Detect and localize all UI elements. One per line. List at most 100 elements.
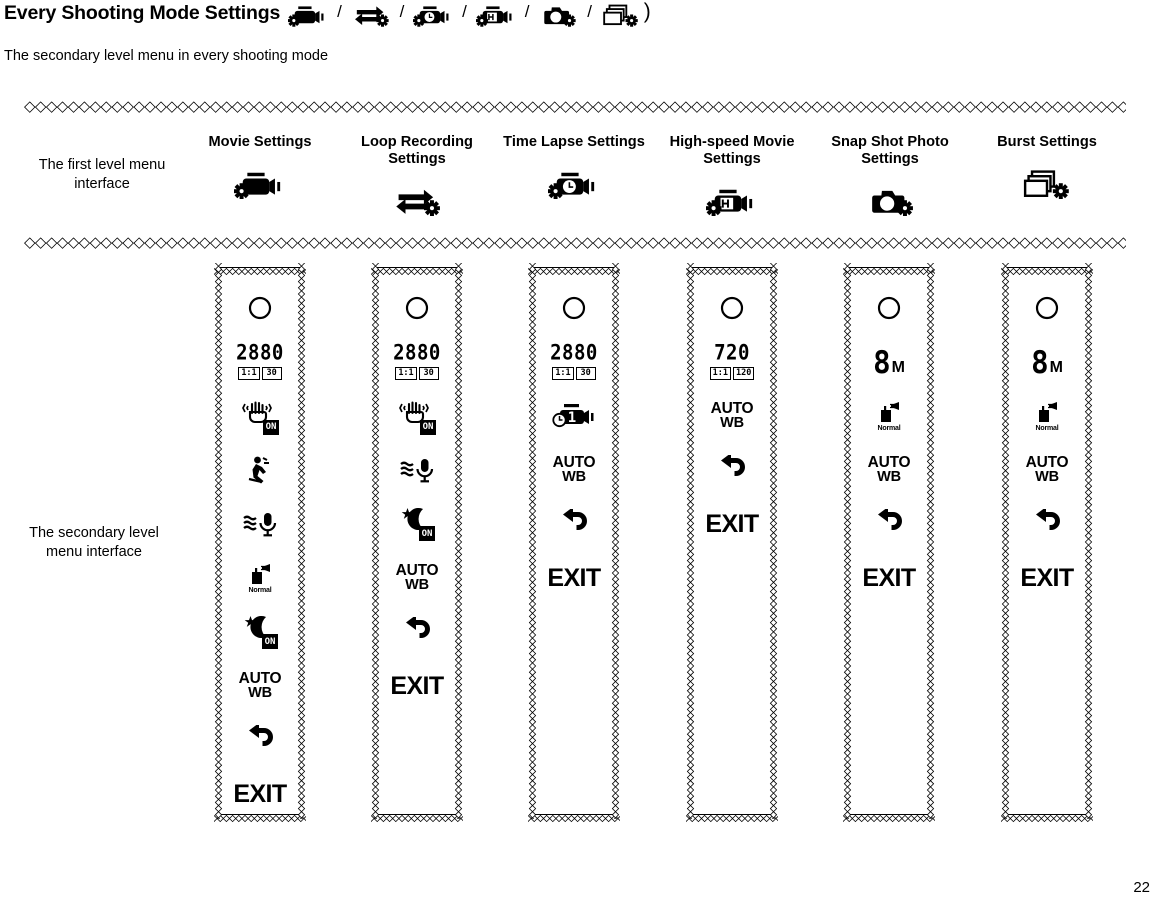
panel-items: 2880 1:1 30 1 AUTO WB EXIT xyxy=(532,267,616,815)
exit-label[interactable]: EXIT xyxy=(375,659,459,713)
exit-label-text: EXIT xyxy=(862,563,916,592)
motion-detection-icon[interactable] xyxy=(218,443,302,497)
title-separator-3: / xyxy=(462,2,467,22)
first-level-column-title: High-speed Movie Settings xyxy=(669,134,795,167)
frame-rate-badge: 30 xyxy=(261,367,282,380)
exit-label[interactable]: EXIT xyxy=(1005,551,1089,605)
exit-label-text: EXIT xyxy=(547,563,601,592)
white-balance-line2: WB xyxy=(405,577,429,593)
back-arrow-icon[interactable] xyxy=(847,497,931,551)
panel-items: 8 M Normal AUTO WB EXIT xyxy=(1005,267,1089,815)
record-circle-icon[interactable] xyxy=(375,281,459,335)
exit-label[interactable]: EXIT xyxy=(218,767,302,821)
back-arrow-icon[interactable] xyxy=(532,497,616,551)
row-label-first-level: The first level menu interface xyxy=(38,157,166,192)
high-speed-movie-settings-icon xyxy=(652,182,812,218)
back-arrow-icon[interactable] xyxy=(218,713,302,767)
title-separator-1: / xyxy=(337,2,342,22)
loop-recording-settings-icon xyxy=(351,2,391,27)
secondary-menu-panel-6[interactable]: 8 M Normal AUTO WB EXIT xyxy=(997,259,1098,825)
white-balance-auto-icon[interactable]: AUTO WB xyxy=(218,659,302,713)
record-circle-icon[interactable] xyxy=(1005,281,1089,335)
secondary-menu-panel-3[interactable]: 2880 1:1 30 1 AUTO WB EXIT xyxy=(524,259,625,825)
exit-label[interactable]: EXIT xyxy=(690,497,774,551)
resolution-value: 2880 xyxy=(236,340,284,366)
white-balance-auto-icon[interactable]: AUTO WB xyxy=(532,443,616,497)
page-subtitle: The secondary level menu in every shooti… xyxy=(4,48,329,64)
high-speed-movie-settings-icon xyxy=(475,2,516,27)
video-quality-normal-icon[interactable]: Normal xyxy=(218,551,302,605)
exit-label[interactable]: EXIT xyxy=(847,551,931,605)
photo-resolution-8m[interactable]: 8M xyxy=(1005,335,1089,389)
white-balance-line1: AUTO xyxy=(1025,454,1069,471)
audio-recording-icon[interactable] xyxy=(375,443,459,497)
quality-label: Normal xyxy=(877,424,901,432)
record-circle-icon[interactable] xyxy=(218,281,302,335)
audio-recording-icon[interactable] xyxy=(218,497,302,551)
secondary-menu-panel-1[interactable]: 2880 1:1 30 ON Normal ON AUTO WB EXIT xyxy=(210,259,311,825)
record-circle-icon[interactable] xyxy=(690,281,774,335)
first-level-column-title: Loop Recording Settings xyxy=(361,134,473,167)
night-mode-icon[interactable]: ON xyxy=(375,497,459,551)
white-balance-line1: AUTO xyxy=(395,562,439,579)
photo-quality-normal-icon[interactable]: Normal xyxy=(847,389,931,443)
aspect-ratio-badge: 1:1 xyxy=(552,367,574,380)
record-circle-icon[interactable] xyxy=(847,281,931,335)
secondary-menu-panel-5[interactable]: 8 M Normal AUTO WB EXIT xyxy=(839,259,940,825)
frame-rate-badge: 120 xyxy=(733,367,755,380)
page-number: 22 xyxy=(1133,879,1150,896)
megapixel-value: 8 xyxy=(1031,343,1049,380)
burst-settings-icon xyxy=(967,165,1127,201)
row-label-second-level: The secondary level menu interface xyxy=(29,525,159,560)
megapixel-unit: M xyxy=(1049,358,1063,376)
white-balance-line1: AUTO xyxy=(552,454,596,471)
exit-label-text: EXIT xyxy=(233,779,287,808)
first-level-column-3[interactable]: Time Lapse Settings xyxy=(494,134,654,201)
first-level-column-1[interactable]: Movie Settings xyxy=(180,134,340,201)
resolution-value: 2880 xyxy=(393,340,441,366)
megapixel-value: 8 xyxy=(873,343,891,380)
secondary-menu-panel-2[interactable]: 2880 1:1 30 ON ON AUTO WB EXIT xyxy=(367,259,468,825)
white-balance-auto-icon[interactable]: AUTO WB xyxy=(690,389,774,443)
secondary-menu-panel-4[interactable]: 720 1:1 120 AUTO WB EXIT xyxy=(682,259,783,825)
back-arrow-icon[interactable] xyxy=(1005,497,1089,551)
video-resolution-2880[interactable]: 2880 1:1 30 xyxy=(375,335,459,389)
first-level-column-4[interactable]: High-speed Movie Settings xyxy=(652,134,812,218)
record-circle-icon[interactable] xyxy=(532,281,616,335)
back-arrow-icon[interactable] xyxy=(690,443,774,497)
quality-label: Normal xyxy=(248,586,272,594)
time-lapse-settings-icon xyxy=(413,2,453,27)
video-resolution-2880[interactable]: 2880 1:1 30 xyxy=(532,335,616,389)
video-resolution-2880[interactable]: 2880 1:1 30 xyxy=(218,335,302,389)
frame-rate-badge: 30 xyxy=(418,367,439,380)
exit-label-text: EXIT xyxy=(1020,563,1074,592)
photo-quality-normal-icon[interactable]: Normal xyxy=(1005,389,1089,443)
title-closing-paren: ) xyxy=(643,0,651,24)
first-level-column-title: Movie Settings xyxy=(208,134,312,150)
video-resolution-720[interactable]: 720 1:1 120 xyxy=(690,335,774,389)
first-level-column-2[interactable]: Loop Recording Settings xyxy=(337,134,497,218)
exit-label[interactable]: EXIT xyxy=(532,551,616,605)
panel-items: 720 1:1 120 AUTO WB EXIT xyxy=(690,267,774,815)
back-arrow-icon[interactable] xyxy=(375,605,459,659)
photo-resolution-8m[interactable]: 8M xyxy=(847,335,931,389)
night-mode-icon[interactable]: ON xyxy=(218,605,302,659)
snap-shot-photo-settings-icon xyxy=(810,182,970,218)
exit-label-text: EXIT xyxy=(705,509,759,538)
anti-shake-icon[interactable]: ON xyxy=(218,389,302,443)
resolution-value: 2880 xyxy=(550,340,598,366)
white-balance-auto-icon[interactable]: AUTO WB xyxy=(1005,443,1089,497)
white-balance-line1: AUTO xyxy=(710,400,754,417)
time-lapse-interval-icon[interactable]: 1 xyxy=(532,389,616,443)
frame-rate-badge: 30 xyxy=(575,367,596,380)
snap-shot-photo-settings-icon xyxy=(538,2,578,27)
first-level-column-6[interactable]: Burst Settings xyxy=(967,134,1127,201)
white-balance-line2: WB xyxy=(248,685,272,701)
on-badge: ON xyxy=(418,526,436,541)
first-level-column-title: Snap Shot Photo Settings xyxy=(831,134,949,167)
white-balance-auto-icon[interactable]: AUTO WB xyxy=(375,551,459,605)
panel-items: 2880 1:1 30 ON ON AUTO WB EXIT xyxy=(375,267,459,815)
first-level-column-5[interactable]: Snap Shot Photo Settings xyxy=(810,134,970,218)
anti-shake-icon[interactable]: ON xyxy=(375,389,459,443)
white-balance-auto-icon[interactable]: AUTO WB xyxy=(847,443,931,497)
